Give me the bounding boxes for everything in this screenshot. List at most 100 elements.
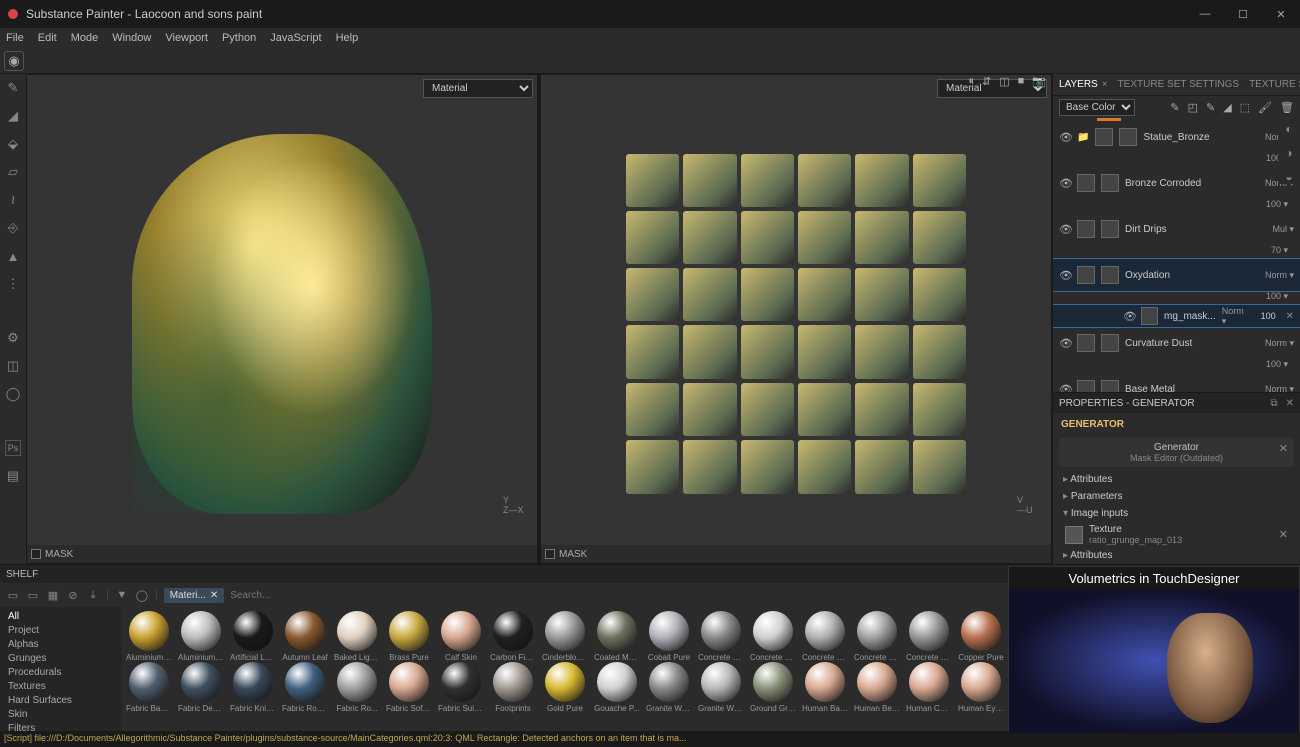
doc-icon[interactable]: ▤ — [5, 468, 21, 484]
eraser-tool-icon[interactable]: ◢ — [5, 108, 21, 124]
shelf-filter-icon[interactable]: ▼ — [115, 589, 129, 601]
viewport-3d[interactable]: Material YZ—X MASK — [26, 74, 538, 564]
chip-display-icon[interactable]: ◒ — [1285, 170, 1292, 184]
popout-icon[interactable]: ⧉ — [1270, 398, 1277, 409]
smudge-tool-icon[interactable]: ≀ — [5, 192, 21, 208]
material-item[interactable]: Fabric Knitt... — [230, 662, 276, 713]
layer-opacity[interactable]: 100 ▾ — [1266, 291, 1288, 305]
material-item[interactable]: Human Che... — [906, 662, 952, 713]
material-item[interactable]: Fabric Suit ... — [438, 662, 484, 713]
shelf-import-icon[interactable]: ⤓ — [86, 589, 100, 602]
material-item[interactable]: Concrete S... — [906, 611, 952, 662]
visibility-icon[interactable]: 👁 — [1059, 383, 1071, 393]
material-item[interactable]: Carbon Fiber — [490, 611, 536, 662]
shelf-folder2-icon[interactable]: ▭ — [26, 589, 40, 602]
material-item[interactable]: Granite Whi... — [698, 662, 744, 713]
layer-opacity[interactable]: 100 ▾ — [1266, 199, 1288, 213]
layer-icon-3[interactable]: ✎ — [1206, 101, 1215, 114]
ps-icon[interactable]: Ps — [5, 440, 21, 456]
material-item[interactable]: Fabric Soft ... — [386, 662, 432, 713]
camera-orbit-icon[interactable]: ■ — [1018, 75, 1025, 87]
material-item[interactable]: Brass Pure — [386, 611, 432, 662]
attr-attributes[interactable]: Attributes — [1053, 471, 1300, 488]
menu-javascript[interactable]: JavaScript — [270, 32, 321, 44]
material-item[interactable]: Concrete B... — [698, 611, 744, 662]
shelf-folder-icon[interactable]: ▭ — [6, 589, 20, 602]
tab-texture-set-settings[interactable]: TEXTURE SET SETTINGS — [1118, 79, 1240, 90]
material-item[interactable]: Ground Gra... — [750, 662, 796, 713]
trash-icon[interactable]: 🗑 — [1280, 101, 1294, 114]
brush-tool-icon[interactable]: ✎ — [5, 80, 21, 96]
material-item[interactable]: Coated Metal — [594, 611, 640, 662]
chip-history-icon[interactable]: ◐ — [1285, 122, 1292, 136]
material-item[interactable]: Human Bell... — [854, 662, 900, 713]
shelf-category[interactable]: All — [8, 611, 114, 622]
close-props-icon[interactable]: ✕ — [1286, 398, 1294, 409]
shelf-category[interactable]: Project — [8, 625, 114, 636]
layer-icon-1[interactable]: ✎ — [1170, 101, 1179, 114]
shelf-sort-icon[interactable]: ◯ — [135, 589, 149, 602]
shelf-category[interactable]: Hard Surfaces — [8, 695, 114, 706]
material-item[interactable]: Gold Pure — [542, 662, 588, 713]
shelf-category[interactable]: Skin — [8, 709, 114, 720]
generator-slot[interactable]: Generator Mask Editor (Outdated) ✕ — [1059, 438, 1294, 467]
clone-tool-icon[interactable]: ⎆ — [5, 220, 21, 236]
material-item[interactable]: Fabric Rough — [282, 662, 328, 713]
layer-row[interactable]: 👁 📁 Statue_Bronze Norm ▾ — [1053, 121, 1300, 153]
material-item[interactable]: Fabric Base... — [126, 662, 172, 713]
material-item[interactable]: Fabric Ro... — [334, 662, 380, 713]
attr-attributes-2[interactable]: Attributes — [1053, 547, 1300, 564]
layer-icon-5[interactable]: ⬚ — [1240, 101, 1250, 114]
material-item[interactable]: Aluminium ... — [126, 611, 172, 662]
material-item[interactable]: Concrete S... — [854, 611, 900, 662]
shelf-search-input[interactable] — [230, 590, 430, 601]
shelf-category[interactable]: Grunges — [8, 653, 114, 664]
material-item[interactable]: Human Eye... — [958, 662, 1004, 713]
visibility-icon[interactable]: 👁 — [1059, 177, 1071, 190]
material-item[interactable]: Cinderblock... — [542, 611, 588, 662]
close-button[interactable]: ✕ — [1262, 0, 1300, 28]
material-item[interactable]: Fabric Deni... — [178, 662, 224, 713]
layer-row[interactable]: 👁 Base Metal Norm ▾ — [1053, 373, 1300, 392]
cube-icon[interactable]: ◫ — [5, 358, 21, 374]
menu-python[interactable]: Python — [222, 32, 256, 44]
projection-tool-icon[interactable]: ⬙ — [5, 136, 21, 152]
channel-select[interactable]: Base Color — [1059, 99, 1135, 116]
texture-clear-icon[interactable]: ✕ — [1279, 528, 1288, 541]
layer-row[interactable]: 👁 Oxydation Norm ▾ — [1053, 259, 1300, 291]
menu-help[interactable]: Help — [336, 32, 359, 44]
shelf-category[interactable]: Procedurals — [8, 667, 114, 678]
layer-row[interactable]: 👁 Dirt Drips Mul ▾ — [1053, 213, 1300, 245]
cube-view-icon[interactable]: ◫ — [999, 75, 1009, 88]
visibility-icon[interactable]: 👁 — [1059, 269, 1071, 282]
menu-mode[interactable]: Mode — [71, 32, 99, 44]
attr-parameters[interactable]: Parameters — [1053, 488, 1300, 505]
material-picker-icon[interactable]: ▲ — [5, 248, 21, 264]
layer-blend[interactable]: Norm ▾ — [1265, 270, 1294, 281]
attr-image-inputs[interactable]: Image inputs — [1053, 505, 1300, 522]
tab-texture-set-list[interactable]: TEXTURE SET LIST — [1249, 79, 1300, 90]
shelf-hide-icon[interactable]: ⊘ — [66, 589, 80, 602]
viewport-2d[interactable]: Material V—U MASK — [540, 74, 1052, 564]
material-item[interactable]: Human Bac... — [802, 662, 848, 713]
visibility-icon[interactable]: 👁 — [1123, 310, 1135, 323]
layer-opacity[interactable]: 70 ▾ — [1271, 245, 1288, 259]
visibility-icon[interactable]: 👁 — [1059, 337, 1071, 350]
sync-icon[interactable]: ⇵ — [982, 75, 991, 88]
generator-clear-icon[interactable]: ✕ — [1279, 442, 1288, 455]
material-item[interactable]: Footprints — [490, 662, 536, 713]
material-item[interactable]: Baked Light... — [334, 611, 380, 662]
screenshot-icon[interactable]: 📷 — [1032, 75, 1046, 88]
material-item[interactable]: Gouache P... — [594, 662, 640, 713]
tab-layers[interactable]: LAYERS — [1059, 79, 1108, 90]
layer-row[interactable]: 👁 Bronze Corroded Norm ▾ — [1053, 167, 1300, 199]
menu-file[interactable]: File — [6, 32, 24, 44]
shelf-filter-chip[interactable]: Materi...✕ — [164, 588, 225, 603]
maximize-button[interactable]: ☐ — [1224, 0, 1262, 28]
material-item[interactable]: Calf Skin — [438, 611, 484, 662]
material-item[interactable]: Aluminium ... — [178, 611, 224, 662]
shelf-category[interactable]: Textures — [8, 681, 114, 692]
mask-checkbox-3d[interactable] — [31, 549, 41, 559]
menu-edit[interactable]: Edit — [38, 32, 57, 44]
material-item[interactable]: Autumn Leaf — [282, 611, 328, 662]
